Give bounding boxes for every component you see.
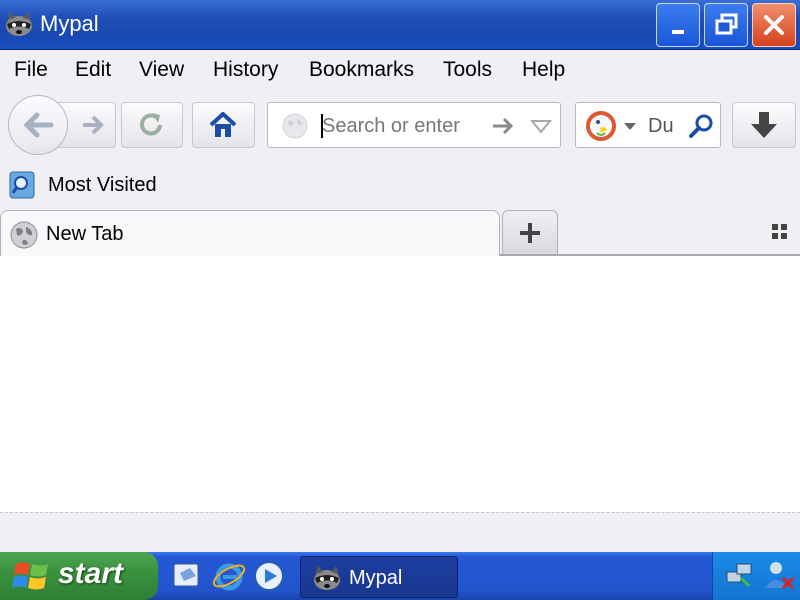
minimize-icon <box>672 30 684 34</box>
menu-view[interactable]: View <box>139 58 184 82</box>
url-dropdown-icon[interactable] <box>528 111 554 141</box>
reload-icon <box>140 113 162 136</box>
start-button[interactable]: start <box>0 552 158 600</box>
media-player-icon[interactable] <box>252 559 286 593</box>
taskbar-item-mypal[interactable]: Mypal <box>300 556 458 598</box>
back-arrow-icon <box>23 112 54 138</box>
back-button[interactable] <box>8 95 68 155</box>
taskbar-item-label: Mypal <box>349 567 403 589</box>
show-desktop-icon[interactable] <box>170 559 204 593</box>
globe-icon <box>10 221 38 249</box>
system-tray <box>712 552 800 600</box>
menu-file[interactable]: File <box>14 58 48 82</box>
tab-new-tab[interactable]: New Tab <box>0 210 500 258</box>
new-tab-button[interactable] <box>502 210 558 254</box>
url-input[interactable] <box>322 113 482 139</box>
bookmarks-toolbar: Most Visited <box>0 162 800 208</box>
user-icon[interactable] <box>761 558 795 592</box>
close-icon <box>764 15 784 35</box>
start-label: start <box>58 557 124 590</box>
tab-label: New Tab <box>46 223 124 245</box>
close-button[interactable] <box>752 3 796 47</box>
plus-icon <box>520 223 540 243</box>
duckduckgo-icon[interactable] <box>584 109 618 143</box>
menu-history[interactable]: History <box>213 58 278 82</box>
home-button[interactable] <box>192 102 255 148</box>
url-bar[interactable] <box>267 102 561 148</box>
search-icon[interactable] <box>686 111 716 141</box>
window-title: Mypal <box>40 11 99 36</box>
globe-icon <box>282 113 308 139</box>
menu-bookmarks[interactable]: Bookmarks <box>309 58 414 82</box>
search-input[interactable] <box>648 113 688 139</box>
desktop-screen: Mypal File Edit View History Bookmarks T… <box>0 0 800 600</box>
windows-logo-icon <box>12 562 48 590</box>
status-bar <box>0 512 800 552</box>
menu-bar: File Edit View History Bookmarks Tools H… <box>0 50 800 92</box>
search-engine-dropdown-icon[interactable] <box>622 111 638 141</box>
window-titlebar[interactable]: Mypal <box>0 0 800 50</box>
bookmark-most-visited[interactable]: Most Visited <box>4 166 174 204</box>
menu-edit[interactable]: Edit <box>75 58 111 82</box>
page-content[interactable] <box>0 256 800 512</box>
reload-button[interactable] <box>121 102 183 148</box>
menu-help[interactable]: Help <box>522 58 565 82</box>
tab-grid-icon[interactable] <box>768 220 792 244</box>
go-arrow-icon[interactable] <box>488 111 518 141</box>
most-visited-icon <box>9 171 35 199</box>
minimize-button[interactable] <box>656 3 700 47</box>
menu-tools[interactable]: Tools <box>443 58 492 82</box>
restore-icon <box>715 13 738 35</box>
home-icon <box>209 112 237 137</box>
bookmark-label: Most Visited <box>48 174 157 196</box>
text-cursor <box>321 114 323 138</box>
raccoon-icon <box>6 12 32 36</box>
taskbar: start Mypal <box>0 552 800 600</box>
download-arrow-icon <box>751 112 777 138</box>
raccoon-icon <box>314 566 340 590</box>
search-bar[interactable] <box>575 102 721 148</box>
downloads-button[interactable] <box>732 102 796 148</box>
network-icon[interactable] <box>723 558 757 592</box>
restore-button[interactable] <box>704 3 748 47</box>
tab-strip: New Tab <box>0 208 800 258</box>
internet-explorer-icon[interactable] <box>211 558 247 594</box>
navigation-toolbar <box>0 92 800 162</box>
